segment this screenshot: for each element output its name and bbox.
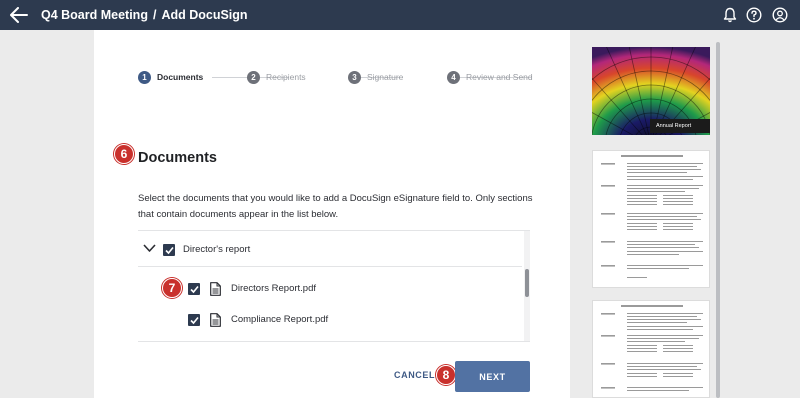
next-button[interactable]: NEXT	[455, 361, 530, 392]
checkbox-checked-icon[interactable]	[188, 283, 200, 295]
step-review-and-send[interactable]: 4 Review and Send	[447, 70, 533, 84]
document-name: Directors Report.pdf	[231, 283, 317, 294]
stepper: 1 Documents 2 Recipients 3 Signature 4 R…	[138, 70, 538, 84]
help-icon[interactable]	[746, 7, 762, 23]
cover-label: Annual Report	[650, 119, 710, 133]
main-panel: 1 Documents 2 Recipients 3 Signature 4 R…	[94, 30, 570, 398]
cover-thumbnail[interactable]: Annual Report	[592, 47, 710, 135]
page-thumbnail[interactable]	[592, 150, 710, 288]
back-arrow-icon[interactable]	[10, 7, 28, 23]
document-icon	[210, 282, 221, 296]
page-title: Q4 Board Meeting / Add DocuSign	[41, 0, 248, 30]
user-icon[interactable]	[772, 7, 788, 23]
step-number: 2	[247, 70, 260, 84]
page-content-image	[601, 155, 703, 278]
section-description: Select the documents that you would like…	[138, 193, 533, 220]
callout-8: 8	[436, 365, 456, 385]
page-content-image	[601, 305, 703, 391]
list-scrollbar-thumb[interactable]	[525, 269, 529, 297]
document-icon	[210, 313, 221, 327]
list-item[interactable]: Compliance Report.pdf	[138, 302, 522, 336]
cancel-button[interactable]: CANCEL	[394, 370, 435, 380]
bell-icon[interactable]	[722, 7, 738, 23]
page-thumbnail[interactable]	[592, 300, 710, 398]
breadcrumb-current: Add DocuSign	[161, 8, 248, 22]
checkbox-checked-icon[interactable]	[163, 244, 175, 256]
list-item[interactable]: Directors Report.pdf	[138, 271, 522, 305]
list-group-row[interactable]: Director's report	[138, 233, 522, 267]
breadcrumb-separator: /	[152, 8, 157, 22]
step-label: Signature	[367, 72, 404, 82]
group-label: Director's report	[183, 244, 251, 255]
callout-7: 7	[162, 278, 182, 298]
step-number: 1	[138, 70, 151, 84]
document-preview-panel: Annual Report	[575, 30, 800, 398]
step-number: 4	[447, 70, 460, 84]
preview-scrollbar[interactable]	[716, 42, 720, 398]
step-label: Review and Send	[466, 72, 533, 82]
step-number: 3	[348, 70, 361, 84]
step-label: Documents	[157, 72, 204, 82]
document-name: Compliance Report.pdf	[231, 314, 329, 325]
breadcrumb-meeting[interactable]: Q4 Board Meeting	[41, 8, 148, 22]
step-documents[interactable]: 1 Documents	[138, 70, 203, 84]
chevron-down-icon[interactable]	[143, 243, 156, 253]
step-recipients[interactable]: 2 Recipients	[247, 70, 306, 84]
callout-6: 6	[114, 144, 134, 164]
top-bar: Q4 Board Meeting / Add DocuSign	[0, 0, 800, 30]
step-label: Recipients	[266, 72, 306, 82]
document-list: Director's report Directors Report.pdf C…	[138, 230, 530, 342]
step-signature[interactable]: 3 Signature	[348, 70, 403, 84]
checkbox-checked-icon[interactable]	[188, 314, 200, 326]
section-title: Documents	[138, 150, 217, 166]
